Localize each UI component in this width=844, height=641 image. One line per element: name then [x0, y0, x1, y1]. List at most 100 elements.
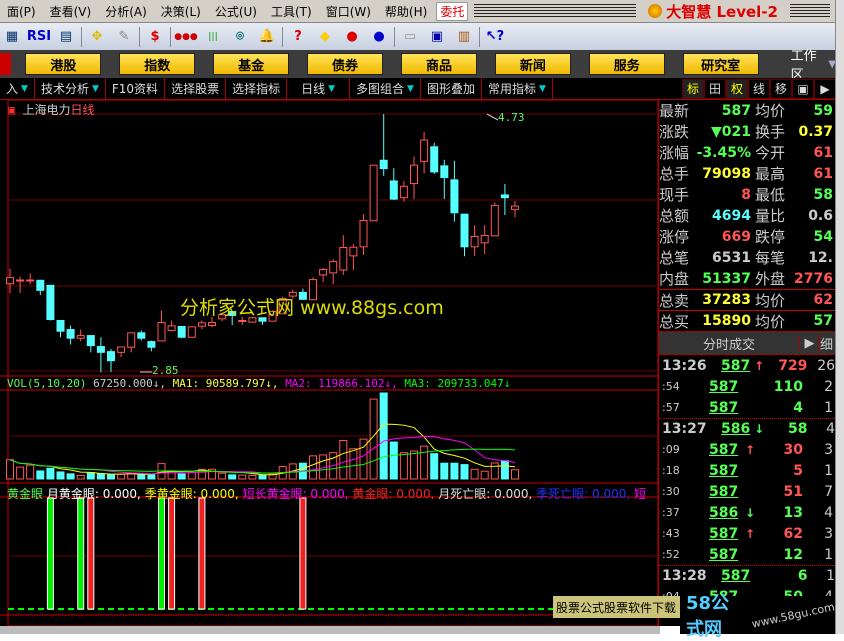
volume-bar	[187, 471, 196, 480]
quote-label: 内盘	[659, 270, 690, 288]
indicator-value: 季死亡眼: 0.000,	[536, 487, 631, 501]
signal-bar-green	[158, 497, 165, 610]
rsi-icon[interactable]: RSI	[27, 26, 51, 48]
volume-bar	[480, 470, 489, 480]
volume-bar	[86, 472, 95, 480]
toolbar-separator	[282, 26, 283, 47]
bell-icon[interactable]: 🔔	[255, 26, 279, 48]
candle-body	[399, 185, 408, 199]
dollar-icon[interactable]: $	[143, 26, 167, 48]
menu-item[interactable]: 帮助(H)	[378, 3, 434, 20]
chart-option-button[interactable]: 权	[726, 78, 748, 99]
nav-button[interactable]: 基金	[213, 53, 290, 75]
tab-item[interactable]: 入 ▼	[0, 77, 35, 100]
tab-item[interactable]: 选择股票	[165, 77, 227, 100]
trade-row: :37 586 ↓ 13 4	[659, 502, 835, 523]
trade-time: :52	[662, 548, 680, 561]
quote-value: 61	[813, 144, 833, 161]
quote-label: 换手	[755, 123, 786, 141]
volume-bar	[26, 464, 35, 480]
quote-value: 0.37	[798, 123, 833, 140]
clipboard-icon[interactable]: ▭	[398, 26, 422, 48]
tab-item[interactable]: 日线 ▼	[287, 77, 351, 100]
traffic-light-icon[interactable]: ●●●	[174, 26, 198, 48]
nav-button[interactable]: 商品	[401, 53, 477, 75]
nav-button[interactable]: 服务	[588, 53, 665, 75]
tab-item[interactable]: 多图组合 ▼	[350, 77, 421, 100]
volume-bar	[96, 473, 105, 480]
chart-option-button[interactable]: ▶	[814, 78, 836, 99]
quote-value: 587	[721, 102, 751, 119]
menu-item[interactable]: 窗口(W)	[319, 3, 378, 20]
question-chart-icon[interactable]: ?	[286, 26, 310, 48]
grid-chart-icon[interactable]: ▤	[54, 26, 78, 48]
candle-body	[157, 322, 166, 342]
nav-button[interactable]: 债券	[307, 53, 383, 75]
trade-count: 2	[824, 378, 833, 395]
toolbar-separator	[479, 26, 480, 47]
tab-item[interactable]: 常用指标 ▼	[482, 77, 553, 100]
quote-value: -3.45%	[696, 144, 751, 161]
red-stock-icon[interactable]: ●	[340, 26, 364, 48]
window-icon[interactable]: ▣	[425, 26, 449, 48]
play-icon[interactable]: ▶	[799, 335, 819, 351]
menu-item[interactable]: 决策(L)	[154, 3, 208, 20]
detail-tab[interactable]: 细	[819, 333, 835, 353]
cross-arrows-icon[interactable]: ✥	[85, 26, 109, 48]
quote-label: 今开	[755, 144, 786, 162]
candle-body	[197, 322, 206, 327]
trade-volume: 5	[793, 462, 803, 479]
nav-red-button[interactable]	[0, 53, 12, 75]
chart-option-button[interactable]: 线	[748, 78, 770, 99]
quote-label: 现手	[659, 186, 690, 204]
tab-item[interactable]: 图形叠加	[421, 77, 482, 100]
ad-logo[interactable]: 58公式网 www.58gu.com	[680, 593, 836, 640]
candle-body	[500, 194, 509, 199]
tab-item[interactable]: 选择指标	[226, 77, 288, 100]
menu-item[interactable]: 面(P)	[0, 3, 43, 20]
books-icon[interactable]: ▥	[452, 26, 476, 48]
trade-price: 586	[709, 504, 739, 521]
blue-stock-icon[interactable]: ●	[367, 26, 391, 48]
help-pointer-icon[interactable]: ↖?	[483, 26, 507, 48]
title-stripes	[790, 4, 830, 18]
volume-bar	[490, 462, 499, 480]
menu-item[interactable]: 查看(V)	[43, 3, 99, 20]
diamond-icon[interactable]: ◆	[313, 26, 337, 48]
quote-value: 51337	[702, 270, 751, 287]
candle-body	[76, 335, 85, 339]
trades-header: 分时成交 ▶ 细	[659, 331, 835, 355]
chart-option-button[interactable]: 标	[682, 78, 704, 99]
menu-item[interactable]: 工具(T)	[264, 3, 319, 20]
chart-option-button[interactable]: 田	[704, 78, 726, 99]
quote-value: 59	[813, 102, 833, 119]
volume-bar	[430, 453, 439, 480]
trades-title[interactable]: 分时成交	[659, 334, 799, 353]
nav-button[interactable]: 新闻	[494, 53, 571, 75]
menu-item[interactable]: 分析(A)	[98, 3, 154, 20]
menu-item[interactable]: 公式(U)	[208, 3, 264, 20]
scrollbar[interactable]	[835, 0, 844, 634]
nav-button[interactable]: 指数	[119, 53, 196, 75]
nav-button[interactable]: 港股	[25, 53, 102, 75]
bars-icon[interactable]: |||	[201, 26, 225, 48]
ad-url: www.58gu.com	[750, 599, 836, 631]
trade-button[interactable]: 委托	[436, 1, 469, 21]
signal-bar-red	[168, 497, 176, 610]
tab-item[interactable]: F10资料	[106, 77, 166, 100]
chart-icon[interactable]: ▦	[0, 26, 24, 48]
trade-count: 7	[824, 483, 833, 500]
candle-body	[26, 279, 35, 282]
quote-row: 总手 79098 最高 61	[659, 163, 835, 184]
chart-option-button[interactable]: 移	[770, 78, 792, 99]
tab-item[interactable]: 技术分析 ▼	[35, 77, 106, 100]
chart-option-button[interactable]: ▣	[792, 78, 814, 99]
quote-value: ▼021	[711, 123, 751, 140]
kline-chart[interactable]: ▣ 上海电力日线 4.73 2.85 分析家公式网 www.88gs.com V…	[0, 99, 659, 627]
volume-bar	[6, 459, 14, 480]
ruler-icon[interactable]: ✎	[112, 26, 136, 48]
trade-volume: 729	[778, 357, 808, 374]
nav-button[interactable]: 研究室	[682, 53, 759, 75]
ad-banner[interactable]: 股票公式股票软件下载	[553, 596, 680, 618]
binoculars-icon[interactable]: ⌾	[228, 26, 252, 48]
